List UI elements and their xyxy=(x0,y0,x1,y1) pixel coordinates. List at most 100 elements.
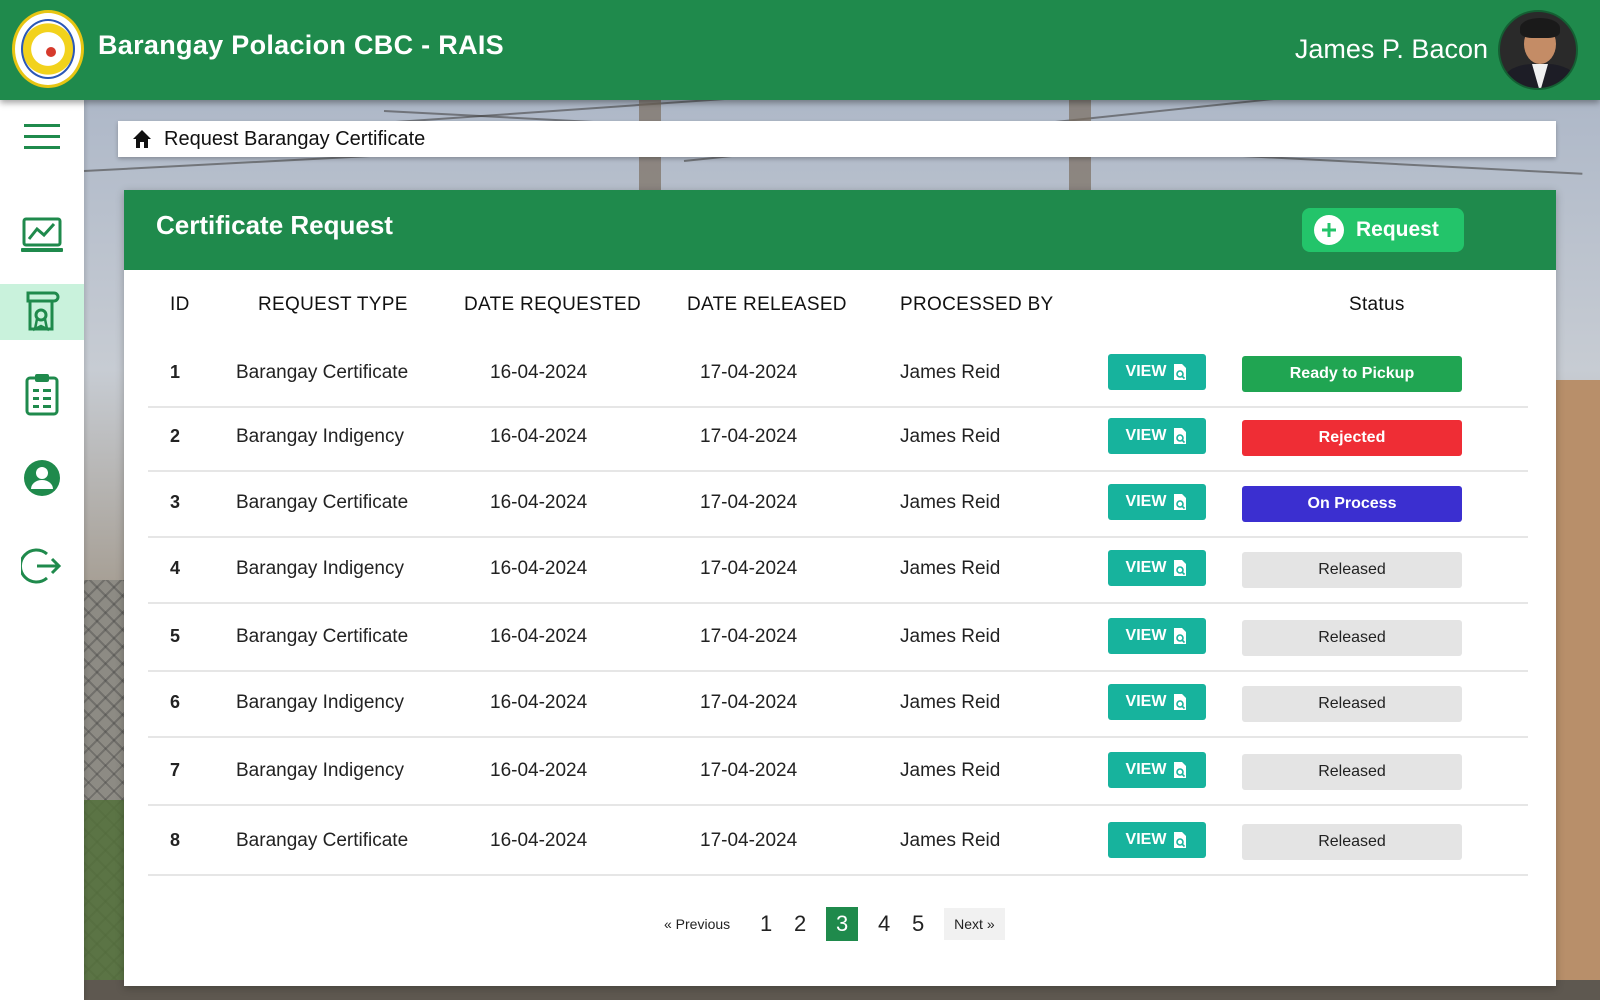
menu-toggle-button[interactable] xyxy=(0,108,84,164)
sidebar-item-requests[interactable] xyxy=(0,366,84,422)
top-header: Barangay Polacion CBC - RAIS James P. Ba… xyxy=(0,0,1600,100)
table-row: 2 Barangay Indigency 16-04-2024 17-04-2024 J… xyxy=(148,404,1528,472)
cell-processed-by: James Reid xyxy=(900,626,1001,647)
cell-date-requested: 16-04-2024 xyxy=(490,760,588,781)
view-button-label: VIEW xyxy=(1125,831,1167,848)
pagination-page-5[interactable]: 5 xyxy=(910,911,926,937)
cell-date-requested: 16-04-2024 xyxy=(490,492,588,513)
pagination-page-4[interactable]: 4 xyxy=(876,911,892,937)
cell-request-type: Barangay Indigency xyxy=(236,760,404,781)
view-button[interactable]: VIEW xyxy=(1108,752,1206,788)
view-button[interactable]: VIEW xyxy=(1108,484,1206,520)
sidebar-item-dashboard[interactable] xyxy=(0,208,84,264)
clipboard-icon xyxy=(25,374,59,416)
cell-date-requested: 16-04-2024 xyxy=(490,362,588,383)
document-search-icon xyxy=(1174,762,1187,778)
sidebar xyxy=(0,100,84,1000)
status-badge: Rejected xyxy=(1242,420,1462,456)
cell-request-type: Barangay Indigency xyxy=(236,558,404,579)
status-badge: Released xyxy=(1242,552,1462,588)
cell-date-requested: 16-04-2024 xyxy=(490,626,588,647)
status-badge: On Process xyxy=(1242,486,1462,522)
cell-date-released: 17-04-2024 xyxy=(700,492,798,513)
column-header-date-requested: DATE REQUESTED xyxy=(464,294,641,315)
cell-date-requested: 16-04-2024 xyxy=(490,692,588,713)
column-header-processed-by: PROCESSED BY xyxy=(900,294,1054,315)
cell-id: 8 xyxy=(170,830,181,850)
cell-date-released: 17-04-2024 xyxy=(700,692,798,713)
view-button[interactable]: VIEW xyxy=(1108,550,1206,586)
cell-request-type: Barangay Certificate xyxy=(236,492,409,513)
view-button-label: VIEW xyxy=(1125,559,1167,576)
view-button-label: VIEW xyxy=(1125,493,1167,510)
document-search-icon xyxy=(1174,494,1187,510)
cell-processed-by: James Reid xyxy=(900,830,1001,851)
table-row: 7 Barangay Indigency 16-04-2024 17-04-2024 J… xyxy=(148,738,1528,806)
cell-date-released: 17-04-2024 xyxy=(700,558,798,579)
user-name[interactable]: James P. Bacon xyxy=(1295,34,1488,65)
cell-date-released: 17-04-2024 xyxy=(700,626,798,647)
certificate-request-card: Certificate Request Request ID REQUEST T… xyxy=(124,190,1556,986)
request-button[interactable]: Request xyxy=(1302,208,1464,252)
certificate-icon xyxy=(26,291,60,332)
cell-request-type: Barangay Certificate xyxy=(236,830,409,851)
view-button-label: VIEW xyxy=(1125,627,1167,644)
table-row: 6 Barangay Indigency 16-04-2024 17-04-2024 J… xyxy=(148,670,1528,738)
home-icon[interactable] xyxy=(132,129,152,149)
pagination-previous[interactable]: « Previous xyxy=(664,916,730,932)
cell-date-requested: 16-04-2024 xyxy=(490,830,588,851)
barangay-logo xyxy=(12,10,84,88)
cell-date-released: 17-04-2024 xyxy=(700,760,798,781)
status-badge: Released xyxy=(1242,754,1462,790)
cell-date-released: 17-04-2024 xyxy=(700,830,798,851)
document-search-icon xyxy=(1174,428,1187,444)
sidebar-item-logout[interactable] xyxy=(0,538,84,594)
pagination-page-1[interactable]: 1 xyxy=(758,911,774,937)
menu-icon xyxy=(24,124,60,149)
request-button-label: Request xyxy=(1356,218,1439,241)
view-button[interactable]: VIEW xyxy=(1108,618,1206,654)
view-button-label: VIEW xyxy=(1125,761,1167,778)
status-badge: Released xyxy=(1242,620,1462,656)
cell-processed-by: James Reid xyxy=(900,692,1001,713)
view-button[interactable]: VIEW xyxy=(1108,354,1206,390)
cell-id: 4 xyxy=(170,558,181,578)
view-button[interactable]: VIEW xyxy=(1108,418,1206,454)
cell-date-released: 17-04-2024 xyxy=(700,426,798,447)
status-badge: Released xyxy=(1242,686,1462,722)
document-search-icon xyxy=(1174,560,1187,576)
cell-processed-by: James Reid xyxy=(900,760,1001,781)
cell-id: 7 xyxy=(170,760,181,780)
pagination: « Previous 1 2 3 4 5 Next » xyxy=(664,906,1005,942)
view-button-label: VIEW xyxy=(1125,427,1167,444)
view-button-label: VIEW xyxy=(1125,693,1167,710)
document-search-icon xyxy=(1174,364,1187,380)
table-row: 8 Barangay Certificate 16-04-2024 17-04-202… xyxy=(148,808,1528,876)
view-button-label: VIEW xyxy=(1125,363,1167,380)
table-row: 1 Barangay Certificate 16-04-2024 17-04-202… xyxy=(148,340,1528,408)
cell-request-type: Barangay Indigency xyxy=(236,426,404,447)
pagination-next[interactable]: Next » xyxy=(944,908,1005,940)
breadcrumb-label: Request Barangay Certificate xyxy=(164,127,426,150)
cell-date-released: 17-04-2024 xyxy=(700,362,798,383)
sidebar-item-certificate[interactable] xyxy=(0,284,84,340)
column-header-id: ID xyxy=(170,294,190,315)
pagination-page-2[interactable]: 2 xyxy=(792,911,808,937)
card-title: Certificate Request xyxy=(156,210,393,240)
document-search-icon xyxy=(1174,694,1187,710)
view-button[interactable]: VIEW xyxy=(1108,684,1206,720)
app-title: Barangay Polacion CBC - RAIS xyxy=(98,30,504,60)
status-badge: Ready to Pickup xyxy=(1242,356,1462,392)
plus-circle-icon xyxy=(1314,215,1344,245)
logout-icon xyxy=(21,548,62,584)
document-search-icon xyxy=(1174,832,1187,848)
avatar[interactable] xyxy=(1498,10,1578,90)
cell-date-requested: 16-04-2024 xyxy=(490,558,588,579)
pagination-page-3[interactable]: 3 xyxy=(826,907,859,941)
cell-request-type: Barangay Certificate xyxy=(236,362,409,383)
sidebar-item-profile[interactable] xyxy=(0,450,84,506)
cell-request-type: Barangay Certificate xyxy=(236,626,409,647)
cell-date-requested: 16-04-2024 xyxy=(490,426,588,447)
cell-id: 2 xyxy=(170,426,181,446)
view-button[interactable]: VIEW xyxy=(1108,822,1206,858)
